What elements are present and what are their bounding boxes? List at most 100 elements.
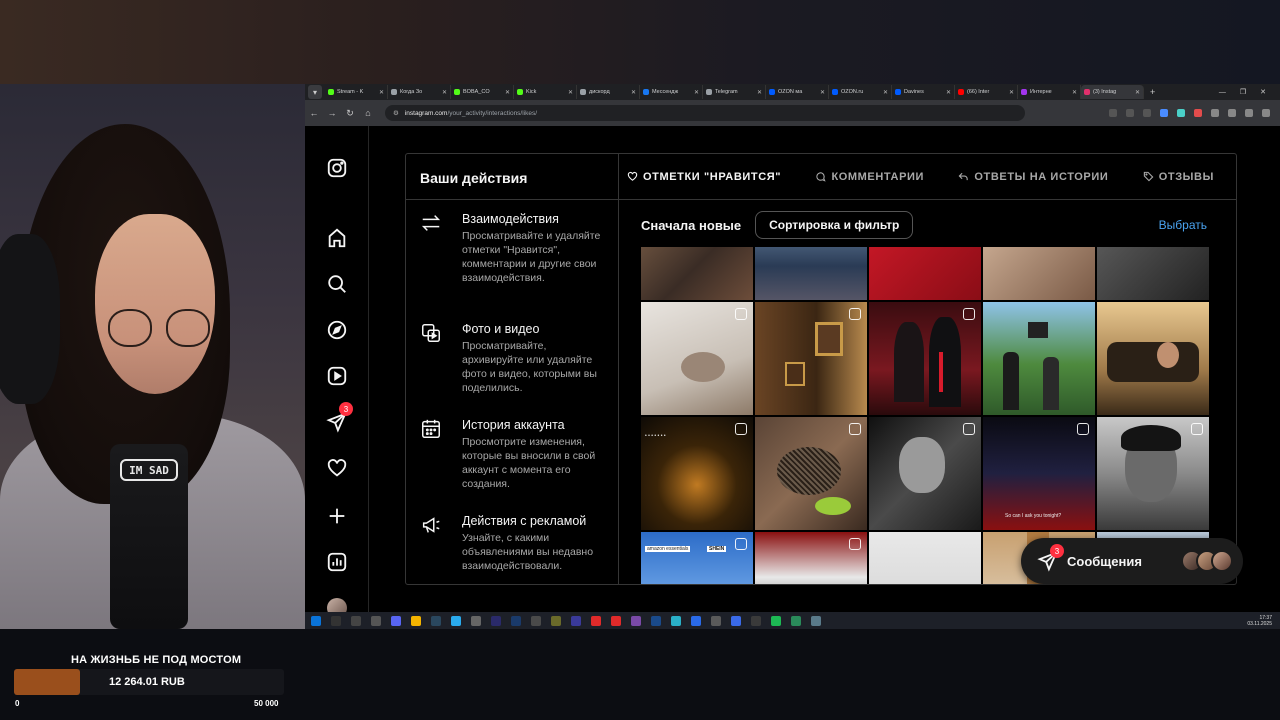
- yandex-icon[interactable]: [591, 615, 601, 626]
- profile-icon[interactable]: [1245, 109, 1253, 117]
- post-thumbnail[interactable]: [755, 417, 867, 530]
- tab-close-icon[interactable]: ✕: [883, 89, 888, 96]
- download-icon[interactable]: [1228, 109, 1236, 117]
- post-thumbnail[interactable]: [641, 247, 753, 300]
- close-window-button[interactable]: ✕: [1260, 88, 1266, 96]
- windows-start-icon[interactable]: [311, 615, 321, 626]
- browser-tab[interactable]: Telegram ✕: [703, 85, 766, 99]
- steam-icon[interactable]: [431, 615, 441, 626]
- post-thumbnail[interactable]: [755, 532, 867, 584]
- extensions-puzzle-icon[interactable]: [1211, 109, 1219, 117]
- explore-compass-icon[interactable]: [325, 318, 349, 342]
- browser-tab[interactable]: (3) Instag ✕: [1081, 85, 1144, 99]
- tab-close-icon[interactable]: ✕: [1072, 89, 1077, 96]
- tab-close-icon[interactable]: ✕: [568, 89, 573, 96]
- back-button[interactable]: ←: [305, 108, 323, 118]
- yandex-browser-icon[interactable]: [611, 615, 621, 626]
- post-thumbnail[interactable]: [1097, 247, 1209, 300]
- post-thumbnail[interactable]: [755, 247, 867, 300]
- post-thumbnail[interactable]: [755, 302, 867, 415]
- tab-close-icon[interactable]: ✕: [757, 89, 762, 96]
- photoshop-icon[interactable]: [651, 615, 661, 626]
- instagram-logo-icon[interactable]: [325, 156, 349, 180]
- post-thumbnail[interactable]: [641, 302, 753, 415]
- url-field[interactable]: ⚙ instagram.com/your_activity/interactio…: [385, 105, 1025, 121]
- browser-tab[interactable]: OZON.ru ✕: [829, 85, 892, 99]
- messages-pill[interactable]: 3 Сообщения: [1021, 538, 1243, 584]
- post-thumbnail[interactable]: [1097, 302, 1209, 415]
- tab-close-icon[interactable]: ✕: [631, 89, 636, 96]
- tab-close-icon[interactable]: ✕: [1135, 89, 1140, 96]
- reload-button[interactable]: ↻: [341, 108, 359, 119]
- home-button[interactable]: ⌂: [359, 108, 377, 118]
- app-icon[interactable]: [731, 615, 741, 626]
- taskbar-clock[interactable]: 17:37 03.11.2025: [1247, 615, 1280, 627]
- post-thumbnail[interactable]: [869, 417, 981, 530]
- home-icon[interactable]: [325, 226, 349, 250]
- obs-icon[interactable]: [471, 615, 481, 626]
- tab-search-button[interactable]: ▾: [308, 85, 322, 99]
- dashboard-icon[interactable]: [325, 550, 349, 574]
- maximize-button[interactable]: ❐: [1240, 88, 1246, 96]
- create-plus-icon[interactable]: [325, 504, 349, 528]
- spotify-icon[interactable]: [771, 615, 781, 626]
- browser-tab[interactable]: OZON ма ✕: [766, 85, 829, 99]
- browser-tab[interactable]: Stream - K ✕: [325, 85, 388, 99]
- tab-reviews[interactable]: ОТЗЫВЫ: [1143, 171, 1214, 183]
- new-tab-button[interactable]: +: [1150, 87, 1155, 97]
- tab-close-icon[interactable]: ✕: [820, 89, 825, 96]
- extension-icon[interactable]: [1194, 109, 1202, 117]
- stats-icon[interactable]: [691, 615, 701, 626]
- app-icon[interactable]: [531, 615, 541, 626]
- side-item-photos-videos[interactable]: Фото и видео Просматривайте, архивируйте…: [420, 322, 610, 395]
- app-icon[interactable]: [571, 615, 581, 626]
- post-thumbnail[interactable]: [869, 247, 981, 300]
- app-icon[interactable]: [551, 615, 561, 626]
- post-thumbnail[interactable]: • • • • • • •: [641, 417, 753, 530]
- post-thumbnail[interactable]: [869, 302, 981, 415]
- reels-icon[interactable]: [325, 364, 349, 388]
- lightroom-icon[interactable]: [511, 615, 521, 626]
- task-view-icon[interactable]: [351, 615, 361, 626]
- side-item-ad-activity[interactable]: Действия с рекламой Узнайте, с какими об…: [420, 514, 610, 573]
- search-icon[interactable]: [331, 615, 341, 626]
- extension-icon[interactable]: [1160, 109, 1168, 117]
- browser-tab[interactable]: Davines ✕: [892, 85, 955, 99]
- messenger-icon[interactable]: 3: [325, 402, 353, 434]
- side-item-account-history[interactable]: История аккаунта Просмотрите изменения, …: [420, 418, 610, 491]
- discord-icon[interactable]: [391, 615, 401, 626]
- app-icon[interactable]: [711, 615, 721, 626]
- post-thumbnail[interactable]: [1097, 417, 1209, 530]
- tab-comments[interactable]: КОММЕНТАРИИ: [815, 171, 924, 183]
- tab-close-icon[interactable]: ✕: [694, 89, 699, 96]
- cast-icon[interactable]: [1109, 109, 1117, 117]
- file-explorer-icon[interactable]: [371, 615, 381, 626]
- bookmark-star-icon[interactable]: [1143, 109, 1151, 117]
- menu-dots-icon[interactable]: [1262, 109, 1270, 117]
- tab-story-replies[interactable]: ОТВЕТЫ НА ИСТОРИИ: [958, 171, 1108, 183]
- post-thumbnail[interactable]: amazon essentials SHEIN: [641, 532, 753, 584]
- post-thumbnail[interactable]: So can I ask you tonight?: [983, 417, 1095, 530]
- minimize-button[interactable]: —: [1219, 89, 1226, 96]
- browser-tab[interactable]: Мессендж ✕: [640, 85, 703, 99]
- tab-close-icon[interactable]: ✕: [1009, 89, 1014, 96]
- extension-icon[interactable]: [1177, 109, 1185, 117]
- tab-likes[interactable]: ОТМЕТКИ "НРАВИТСЯ": [627, 171, 781, 183]
- browser-tab[interactable]: BOBA_CO ✕: [451, 85, 514, 99]
- tab-close-icon[interactable]: ✕: [505, 89, 510, 96]
- browser-tab[interactable]: Интерне ✕: [1018, 85, 1081, 99]
- app-icon[interactable]: [631, 615, 641, 626]
- telegram-icon[interactable]: [451, 615, 461, 626]
- tab-close-icon[interactable]: ✕: [442, 89, 447, 96]
- side-item-interactions[interactable]: Взаимодействия Просматривайте и удаляйте…: [420, 212, 610, 285]
- browser-tab[interactable]: Kick ✕: [514, 85, 577, 99]
- chrome-icon[interactable]: [411, 615, 421, 626]
- tab-close-icon[interactable]: ✕: [379, 89, 384, 96]
- notifications-heart-icon[interactable]: [325, 456, 349, 480]
- post-thumbnail[interactable]: [983, 302, 1095, 415]
- zoom-icon[interactable]: [1126, 109, 1134, 117]
- browser-tab[interactable]: (66) Inter ✕: [955, 85, 1018, 99]
- premiere-icon[interactable]: [491, 615, 501, 626]
- app-icon[interactable]: [671, 615, 681, 626]
- search-icon[interactable]: [325, 272, 349, 296]
